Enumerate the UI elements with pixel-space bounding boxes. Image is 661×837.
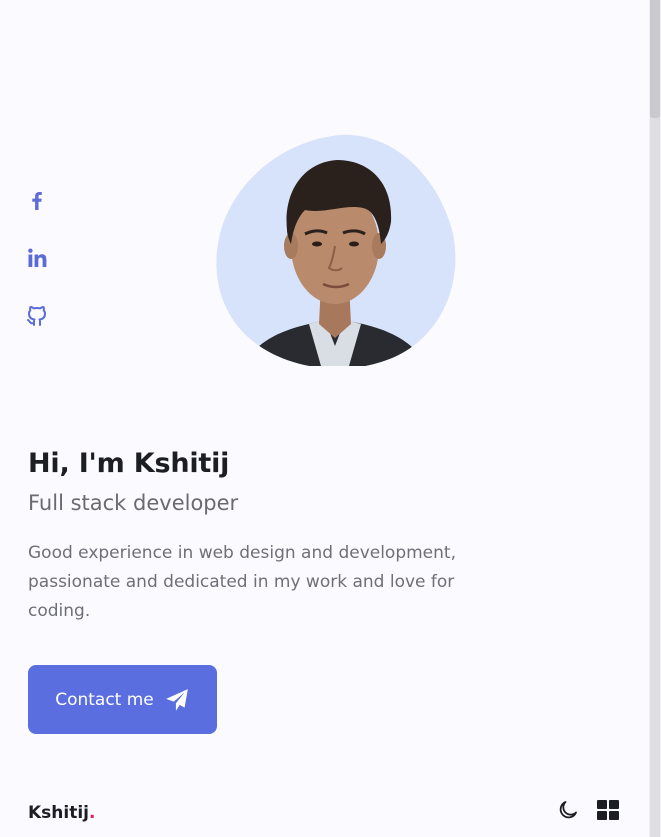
contact-me-label: Contact me [55, 689, 154, 710]
home-page: Hi, I'm Kshitij Full stack developer Goo… [0, 0, 649, 837]
moon-icon [556, 798, 580, 822]
role-subtitle: Full stack developer [28, 491, 239, 515]
social-links [25, 188, 55, 362]
theme-toggle-button[interactable] [556, 798, 580, 822]
scrollbar-track [650, 118, 660, 837]
grid-menu-icon [597, 800, 619, 820]
github-link[interactable] [25, 304, 51, 330]
greeting-heading: Hi, I'm Kshitij [28, 448, 230, 479]
hero-description: Good experience in web design and develo… [28, 543, 456, 621]
profile-blob [213, 134, 457, 366]
send-icon [164, 687, 190, 713]
brand-name: Kshitij [28, 803, 90, 823]
linkedin-link[interactable] [25, 246, 51, 272]
linkedin-icon [25, 246, 51, 270]
brand-dot: . [89, 803, 96, 823]
contact-me-button[interactable]: Contact me [28, 665, 217, 734]
brand-logo[interactable]: Kshitij. [28, 803, 95, 823]
menu-toggle-button[interactable] [597, 800, 619, 820]
facebook-link[interactable] [25, 188, 51, 214]
vertical-scrollbar[interactable] [649, 0, 661, 837]
facebook-icon [25, 188, 51, 212]
github-icon [25, 304, 51, 328]
scrollbar-thumb[interactable] [650, 0, 660, 118]
